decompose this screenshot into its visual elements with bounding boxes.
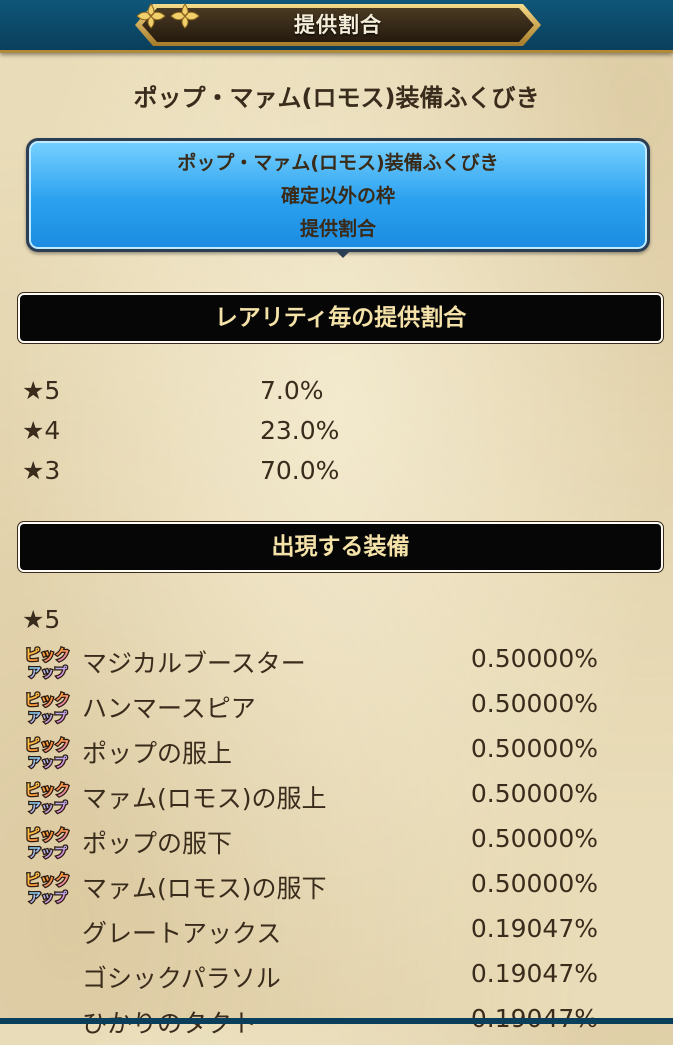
title-plaque: 提供割合 bbox=[133, 2, 543, 48]
equipment-rate: 0.50000% bbox=[470, 644, 598, 673]
info-box-pointer bbox=[335, 250, 351, 258]
svg-text:アップ: アップ bbox=[28, 666, 68, 681]
svg-text:アップ: アップ bbox=[28, 801, 68, 816]
equipment-name: グレートアックス bbox=[82, 919, 282, 948]
rarity-row: ★4 23.0% bbox=[22, 416, 662, 456]
pickup-badge-icon: ピック アップ bbox=[22, 777, 72, 818]
equipment-rate: 0.19047% bbox=[470, 914, 598, 943]
equipment-rate: 0.50000% bbox=[470, 869, 598, 898]
equipment-row: グレートアックス 0.19047% bbox=[22, 910, 662, 955]
pickup-badge-icon: ピック アップ bbox=[22, 732, 72, 773]
rarity-rate: 7.0% bbox=[260, 376, 324, 405]
bottom-edge bbox=[0, 1018, 673, 1024]
equipment-name: マァム(ロモス)の服上 bbox=[82, 784, 327, 813]
equipment-row: ピックアップ ポップの服上 0.50000% bbox=[22, 730, 662, 775]
rarity-label: ★5 bbox=[22, 376, 61, 405]
svg-text:ピック: ピック bbox=[25, 871, 70, 889]
rarity-rate: 70.0% bbox=[260, 456, 340, 485]
pickup-badge-icon: ピック アップ bbox=[22, 867, 72, 908]
equipment-name: ポップの服下 bbox=[82, 829, 233, 858]
equipment-row: ピックアップ ハンマースピア 0.50000% bbox=[22, 685, 662, 730]
gacha-title: ポップ・マァム(ロモス)装備ふくびき bbox=[133, 84, 540, 112]
equipment-rate: 0.50000% bbox=[470, 779, 598, 808]
svg-text:アップ: アップ bbox=[28, 846, 68, 861]
equipment-name: ゴシックパラソル bbox=[82, 964, 281, 993]
rarity-label: ★4 bbox=[22, 416, 61, 445]
svg-text:アップ: アップ bbox=[28, 756, 68, 771]
svg-text:アップ: アップ bbox=[28, 891, 68, 906]
svg-text:ピック: ピック bbox=[25, 826, 70, 844]
svg-text:ピック: ピック bbox=[25, 691, 70, 709]
svg-text:ピック: ピック bbox=[25, 781, 70, 799]
equipment-name: ハンマースピア bbox=[82, 694, 256, 723]
equipment-rate: 0.50000% bbox=[470, 689, 598, 718]
rarity-row: ★3 70.0% bbox=[22, 456, 662, 496]
svg-text:アップ: アップ bbox=[28, 711, 68, 726]
rarity-label: ★3 bbox=[22, 456, 61, 485]
info-line: ポップ・マァム(ロモス)装備ふくびき bbox=[177, 152, 499, 174]
info-line: 提供割合 bbox=[299, 218, 376, 240]
equipment-name: ポップの服上 bbox=[82, 739, 233, 768]
rarity-group-label: ★5 bbox=[22, 605, 61, 634]
rarity-row: ★5 7.0% bbox=[22, 376, 662, 416]
equipment-row: ピックアップ マァム(ロモス)の服下 0.50000% bbox=[22, 865, 662, 910]
equipment-name: マァム(ロモス)の服下 bbox=[82, 874, 327, 903]
pickup-badge-icon: ピック アップ bbox=[22, 642, 72, 683]
equipment-name: マジカルブースター bbox=[82, 649, 306, 678]
top-bar: 提供割合 bbox=[0, 0, 673, 53]
pickup-badge-icon: ピック アップ bbox=[22, 687, 72, 728]
rarity-section-header: レアリティ毎の提供割合 bbox=[18, 293, 663, 343]
equipment-rate: 0.50000% bbox=[470, 824, 598, 853]
equipment-row: ピックアップ ポップの服下 0.50000% bbox=[22, 820, 662, 865]
equipment-row: ゴシックパラソル 0.19047% bbox=[22, 955, 662, 1000]
equipment-section-header: 出現する装備 bbox=[18, 522, 663, 572]
equipment-row: ピックアップ マジカルブースター 0.50000% bbox=[22, 640, 662, 685]
page-title: 提供割合 bbox=[294, 13, 382, 37]
info-line: 確定以外の枠 bbox=[280, 185, 395, 207]
equipment-row: ピックアップ マァム(ロモス)の服上 0.50000% bbox=[22, 775, 662, 820]
rarity-rate: 23.0% bbox=[260, 416, 340, 445]
pickup-badge-icon: ピック アップ bbox=[22, 822, 72, 863]
svg-text:ピック: ピック bbox=[25, 646, 70, 664]
equipment-rate: 0.19047% bbox=[470, 959, 598, 988]
svg-text:ピック: ピック bbox=[25, 736, 70, 754]
info-box: ポップ・マァム(ロモス)装備ふくびき 確定以外の枠 提供割合 bbox=[26, 138, 650, 252]
equipment-rate: 0.50000% bbox=[470, 734, 598, 763]
